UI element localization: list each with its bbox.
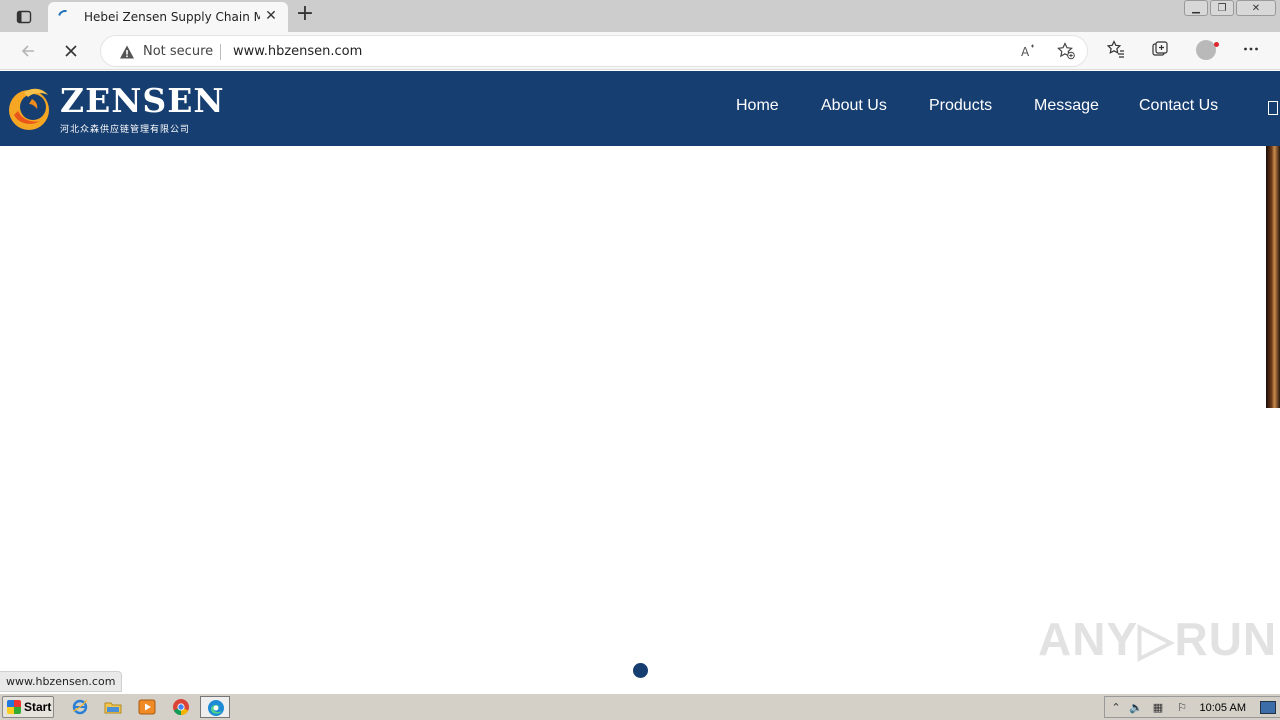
address-toolbar: Not secure www.hbzensen.com A [0, 32, 1280, 70]
omnibox-divider [220, 44, 221, 60]
windows-logo-icon [7, 700, 21, 714]
nav-about-us[interactable]: About Us [821, 97, 887, 115]
nav-contact-us[interactable]: Contact Us [1139, 97, 1218, 115]
read-aloud-icon[interactable]: A [1019, 42, 1039, 62]
internet-explorer-icon[interactable] [71, 698, 89, 716]
logo-subtitle: 河北众森供应链管理有限公司 [60, 125, 191, 135]
add-favorite-icon[interactable] [1056, 42, 1076, 62]
restore-button[interactable]: ❐ [1210, 0, 1234, 16]
chrome-icon[interactable] [172, 698, 190, 716]
browser-tab-strip: Hebei Zensen Supply Chain Man ✕ + ▁ ❐ ✕ [0, 0, 1280, 32]
network-icon[interactable]: ▦ [1151, 701, 1165, 715]
new-tab-button[interactable]: + [294, 3, 316, 26]
svg-text:A: A [1021, 45, 1030, 59]
tab-actions-icon[interactable] [10, 6, 38, 28]
minimize-button[interactable]: ▁ [1184, 0, 1208, 16]
tab-title: Hebei Zensen Supply Chain Man [84, 10, 260, 24]
status-bar-url: www.hbzensen.com [0, 671, 123, 692]
url-text[interactable]: www.hbzensen.com [233, 44, 362, 59]
nav-products[interactable]: Products [929, 97, 992, 115]
edge-taskbar-button[interactable] [200, 696, 230, 718]
close-window-button[interactable]: ✕ [1236, 0, 1276, 16]
more-menu-icon[interactable] [1240, 40, 1262, 62]
window-controls: ▁ ❐ ✕ [1182, 0, 1276, 18]
tab-close-icon[interactable]: ✕ [264, 9, 278, 23]
favorites-icon[interactable] [1105, 40, 1127, 62]
taskbar: Start ⌃ 🔈 ▦ ⚐ 10:05 AM [0, 693, 1280, 720]
browser-tab[interactable]: Hebei Zensen Supply Chain Man ✕ [48, 2, 288, 32]
nav-home[interactable]: Home [736, 97, 779, 115]
stop-loading-icon[interactable] [60, 40, 82, 62]
taskbar-clock[interactable]: 10:05 AM [1200, 702, 1246, 714]
hero-image-edge [1266, 146, 1280, 408]
loading-spinner-icon [55, 7, 75, 27]
zensen-logo-icon[interactable] [4, 83, 54, 133]
nav-overflow-icon[interactable] [1268, 101, 1278, 115]
nav-message[interactable]: Message [1034, 97, 1099, 115]
show-desktop-icon[interactable] [1260, 701, 1276, 714]
file-explorer-icon[interactable] [104, 698, 122, 716]
system-tray: ⌃ 🔈 ▦ ⚐ 10:05 AM [1104, 696, 1280, 718]
media-player-icon[interactable] [138, 698, 156, 716]
profile-avatar[interactable] [1196, 40, 1219, 60]
start-label: Start [24, 700, 52, 714]
action-center-flag-icon[interactable]: ⚐ [1175, 701, 1189, 715]
security-status[interactable]: Not secure [143, 44, 213, 59]
site-header: ZENSEN 河北众森供应链管理有限公司 Home About Us Produ… [0, 71, 1280, 146]
logo-wordmark[interactable]: ZENSEN [60, 83, 225, 119]
collections-icon[interactable] [1149, 40, 1171, 62]
back-arrow-icon[interactable] [17, 40, 39, 62]
address-field[interactable]: Not secure www.hbzensen.com A [100, 35, 1088, 67]
show-hidden-icons-icon[interactable]: ⌃ [1109, 701, 1123, 715]
warning-icon[interactable] [119, 44, 135, 60]
slider-dot[interactable] [633, 663, 648, 678]
edge-icon [208, 700, 224, 716]
start-button[interactable]: Start [2, 696, 54, 718]
volume-icon[interactable]: 🔈 [1129, 701, 1143, 715]
anyrun-watermark: ANY▷RUN [1038, 613, 1278, 665]
